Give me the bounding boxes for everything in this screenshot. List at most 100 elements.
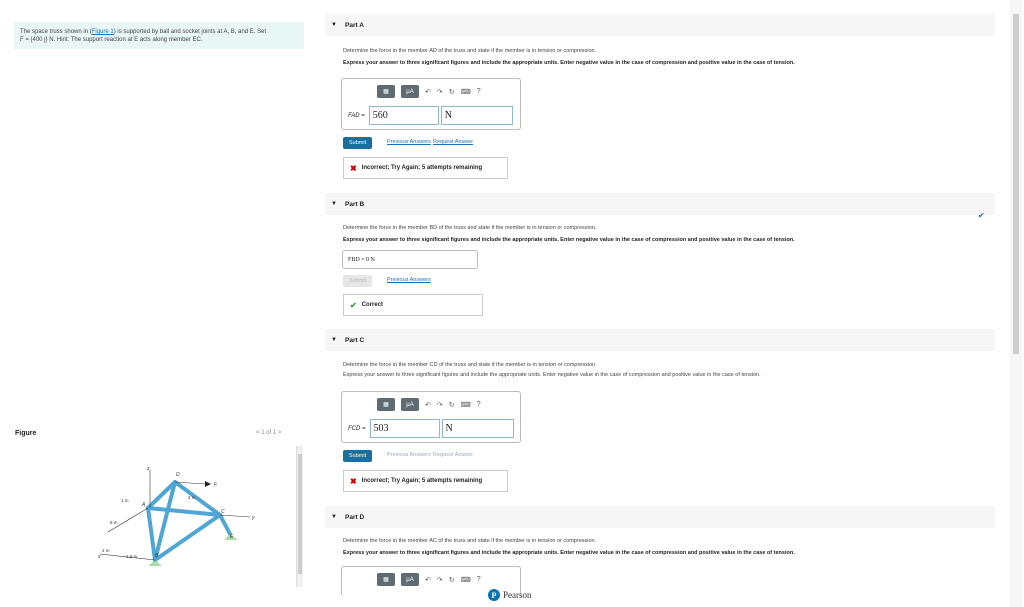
undo-icon[interactable]: ↶ (425, 576, 431, 584)
reset-icon[interactable]: ↻ (449, 576, 455, 584)
part-d-header[interactable]: ▼ Part D (325, 506, 995, 528)
part-d-instructions: Express your answer to three significant… (343, 550, 795, 556)
joint-d-label: D (176, 472, 180, 478)
redo-icon[interactable]: ↷ (437, 576, 443, 584)
part-b-feedback-text: Correct (361, 302, 384, 308)
keyboard-icon[interactable]: ⌨ (461, 88, 471, 96)
part-b-title: Part B (345, 200, 365, 208)
template-icon[interactable]: ▦ (377, 398, 395, 411)
part-a-submit-button[interactable]: Submit (343, 137, 373, 149)
part-a-request-answer-link[interactable]: Request Answer (433, 139, 473, 145)
dim-1-5m-label: 1.5 m (126, 554, 138, 559)
part-c-unit-input[interactable]: N (441, 419, 514, 438)
axis-z-label: z (146, 466, 150, 472)
part-c-toolbar: ▦ μA ↶ ↷ ↻ ⌨ ? (377, 398, 481, 411)
reset-icon[interactable]: ↻ (449, 401, 455, 409)
part-d-question: Determine the force in the member AC of … (343, 538, 597, 544)
problem-statement: The space truss shown in (Figure 1) is s… (14, 22, 304, 49)
truss-figure: z D F A C y B E x 1 m 2 m 5 m 2 m 1.5 m (97, 466, 255, 566)
part-c-label: FCD = (348, 425, 366, 432)
part-c-input-row: FCD = 503 N (348, 419, 514, 438)
scroll-thumb[interactable] (1013, 14, 1019, 354)
part-c-value-input[interactable]: 503 (369, 419, 440, 438)
collapse-caret-icon[interactable]: ▼ (331, 22, 345, 28)
pearson-logo: P Pearson (488, 589, 532, 601)
part-c-feedback: ✖ Incorrect; Try Again; 5 attempts remai… (343, 470, 508, 492)
joint-c-label: C (221, 509, 225, 515)
part-a-header[interactable]: ▼ Part A (325, 14, 995, 36)
axis-x-label: x (97, 554, 101, 560)
template-icon[interactable]: ▦ (377, 85, 395, 98)
keyboard-icon[interactable]: ⌨ (461, 401, 471, 409)
part-a: ▼ Part A Determine the force in the memb… (325, 14, 995, 66)
help-icon[interactable]: ? (477, 576, 481, 583)
part-b-answer: FBD = 0 N (342, 250, 478, 269)
units-mu-icon[interactable]: μA (401, 398, 419, 411)
part-d-title: Part D (345, 513, 365, 521)
part-b: ▼ Part B Determine the force in the memb… (325, 193, 995, 243)
collapse-caret-icon[interactable]: ▼ (331, 514, 345, 520)
joint-a-label: A (141, 502, 146, 508)
part-b-question: Determine the force in the member BD of … (343, 225, 597, 231)
undo-icon[interactable]: ↶ (425, 88, 431, 96)
part-b-header[interactable]: ▼ Part B (325, 193, 995, 215)
part-a-label: FAD = (348, 112, 365, 119)
units-mu-icon[interactable]: μA (401, 85, 419, 98)
part-a-feedback-text: Incorrect; Try Again; 5 attempts remaini… (361, 165, 483, 171)
help-icon[interactable]: ? (477, 401, 481, 408)
incorrect-x-icon: ✖ (350, 163, 357, 173)
pearson-p-icon: P (488, 589, 500, 601)
part-a-unit-input[interactable]: N (440, 106, 513, 125)
figure-label: Figure (15, 430, 37, 437)
part-c-question: Determine the force in the member CD of … (343, 362, 597, 368)
part-b-previous-answers-link[interactable]: Previous Answers (387, 277, 431, 283)
part-c-instructions: Express your answer to three significant… (343, 372, 761, 378)
part-c-feedback-text: Incorrect; Try Again; 5 attempts remaini… (361, 478, 483, 484)
part-b-feedback: ✔ Correct (343, 294, 483, 316)
part-a-instructions: Express your answer to three significant… (343, 60, 795, 66)
part-d: ▼ Part D Determine the force in the memb… (325, 506, 995, 556)
problem-text-line2: F = {400 j} N. Hint: The support reactio… (20, 37, 203, 43)
part-c-previous-answers-link[interactable]: Previous Answers (387, 452, 431, 458)
part-a-question: Determine the force in the member AD of … (343, 48, 597, 54)
reset-icon[interactable]: ↻ (449, 88, 455, 96)
part-b-submit-button: Submit (343, 275, 373, 287)
main-scrollbar[interactable] (1010, 0, 1022, 607)
dim-2m-label: 2 m (102, 548, 110, 553)
part-b-instructions: Express your answer to three significant… (343, 237, 795, 243)
part-a-title: Part A (345, 21, 364, 29)
figure-scrollbar[interactable] (296, 446, 303, 587)
problem-text-post: ) is supported by ball and socket joints… (113, 29, 267, 35)
part-b-complete-check-icon: ✔ (978, 211, 985, 220)
part-a-value-input[interactable]: 560 (368, 106, 439, 125)
dim-1m-label: 1 m (121, 498, 129, 503)
part-a-previous-answers-link[interactable]: Previous Answers (387, 139, 431, 145)
pearson-brand: Pearson (503, 590, 532, 600)
figure-link[interactable]: Figure 1 (92, 29, 114, 35)
dim-2m-top-label: 2 m (188, 495, 196, 500)
prev-figure-icon[interactable]: < (256, 430, 260, 436)
next-figure-icon[interactable]: > (278, 430, 282, 436)
force-f-label: F (214, 482, 218, 488)
part-a-toolbar: ▦ μA ↶ ↷ ↻ ⌨ ? (377, 85, 481, 98)
dim-5m-label: 5 m (110, 520, 118, 525)
template-icon[interactable]: ▦ (377, 573, 395, 586)
part-a-input-row: FAD = 560 N (348, 106, 513, 125)
collapse-caret-icon[interactable]: ▼ (331, 201, 345, 207)
undo-icon[interactable]: ↶ (425, 401, 431, 409)
redo-icon[interactable]: ↷ (437, 401, 443, 409)
units-mu-icon[interactable]: μA (401, 573, 419, 586)
redo-icon[interactable]: ↷ (437, 88, 443, 96)
part-c-submit-button[interactable]: Submit (343, 450, 373, 462)
collapse-caret-icon[interactable]: ▼ (331, 337, 345, 343)
incorrect-x-icon: ✖ (350, 476, 357, 486)
part-c-request-answer-link[interactable]: Request Answer (433, 452, 473, 458)
part-c-header[interactable]: ▼ Part C (325, 329, 995, 351)
keyboard-icon[interactable]: ⌨ (461, 576, 471, 584)
figure-pager-text: 1 of 1 (261, 430, 277, 436)
correct-check-icon: ✔ (350, 300, 357, 310)
problem-text-pre: The space truss shown in ( (20, 29, 92, 35)
part-c: ▼ Part C Determine the force in the memb… (325, 329, 995, 378)
axis-y-label: y (251, 515, 255, 521)
help-icon[interactable]: ? (477, 88, 481, 95)
